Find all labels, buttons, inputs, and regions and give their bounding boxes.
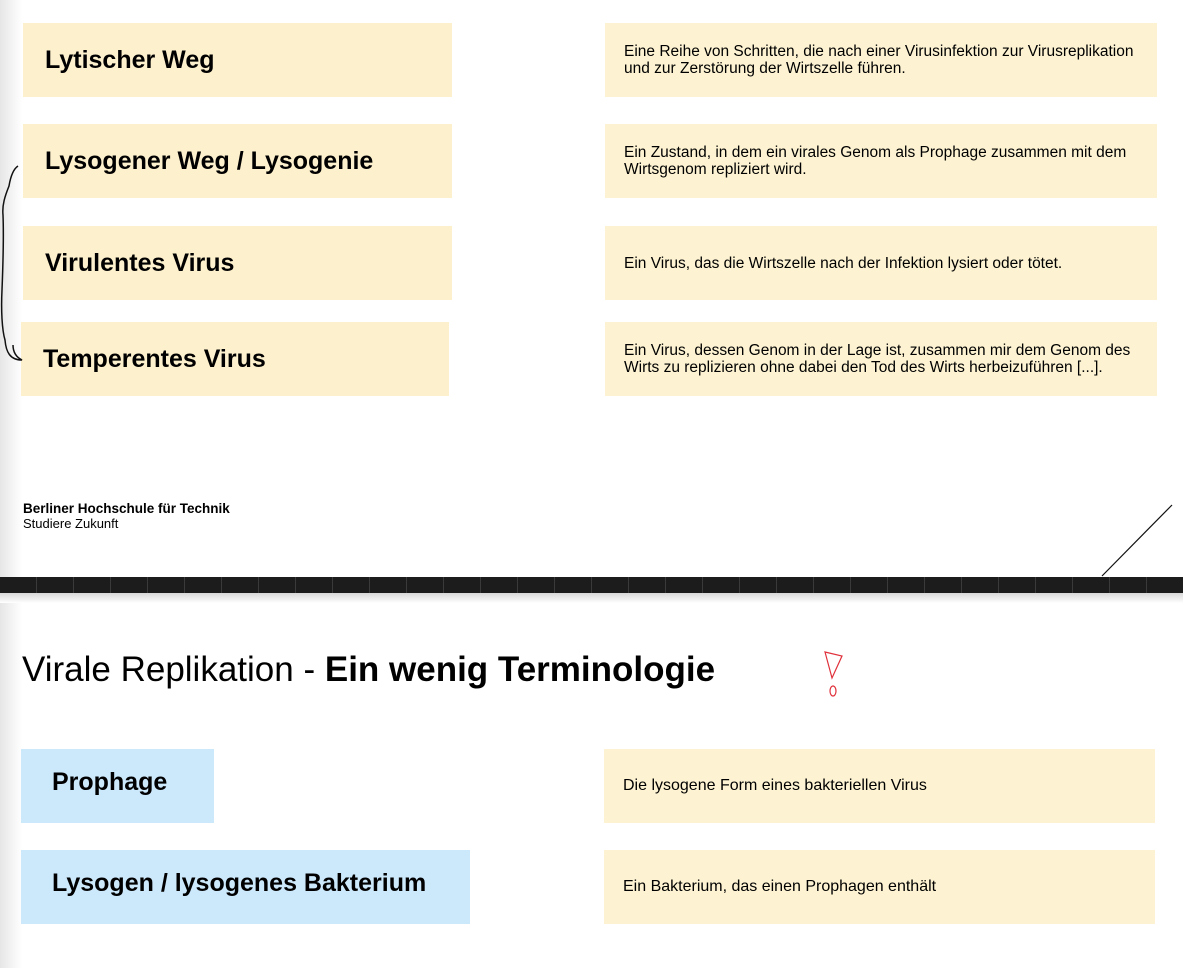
definition-text: Ein Virus, das die Wirtszelle nach der I…: [624, 254, 1063, 272]
term-label: Lysogen / lysogenes Bakterium: [52, 868, 427, 897]
slide-divider: [0, 577, 1183, 593]
institution-tagline: Studiere Zukunft: [23, 516, 119, 531]
term-card-virulent: Virulentes Virus: [23, 226, 452, 300]
term-card-temperate: Temperentes Virus: [21, 322, 449, 396]
definition-card-lytic: Eine Reihe von Schritten, die nach einer…: [605, 23, 1157, 97]
term-card-lytic: Lytischer Weg: [23, 23, 452, 97]
term-label: Prophage: [52, 767, 168, 796]
definition-text: Ein Bakterium, das einen Prophagen enthä…: [623, 878, 937, 895]
term-label: Temperentes Virus: [43, 344, 266, 373]
term-card-lysogen: Lysogen / lysogenes Bakterium: [21, 850, 470, 924]
term-label: Lysogener Weg / Lysogenie: [45, 146, 374, 175]
page-edge-shadow: [0, 0, 22, 968]
definition-text: Ein Virus, dessen Genom in der Lage ist,…: [624, 342, 1131, 376]
definition-text: Die lysogene Form eines bakteriellen Vir…: [623, 777, 927, 794]
term-card-lysogenic: Lysogener Weg / Lysogenie: [23, 124, 452, 198]
black-diagonal-stroke: [1101, 504, 1173, 577]
red-circle-mark: [829, 685, 837, 697]
definition-card-lysogen: Ein Bakterium, das einen Prophagen enthä…: [604, 850, 1155, 924]
term-label: Lytischer Weg: [45, 45, 215, 74]
slide-footer: Berliner Hochschule für Technik Studiere…: [23, 501, 230, 531]
definition-card-temperate: Ein Virus, dessen Genom in der Lage ist,…: [605, 322, 1157, 396]
definition-card-lysogenic: Ein Zustand, in dem ein virales Genom al…: [605, 124, 1157, 198]
divider-shadow: [0, 593, 1183, 603]
title-bold: Ein wenig Terminologie: [324, 650, 716, 689]
slide-title: Virale Replikation - Ein wenig Terminolo…: [22, 650, 715, 690]
definition-text: Ein Zustand, in dem ein virales Genom al…: [624, 144, 1127, 178]
term-card-prophage: Prophage: [21, 749, 214, 823]
definition-card-prophage: Die lysogene Form eines bakteriellen Vir…: [604, 749, 1155, 823]
definition-card-virulent: Ein Virus, das die Wirtszelle nach der I…: [605, 226, 1157, 300]
definition-text: Eine Reihe von Schritten, die nach einer…: [624, 43, 1134, 77]
institution-name: Berliner Hochschule für Technik: [23, 501, 230, 516]
title-regular: Virale Replikation -: [22, 650, 325, 689]
red-triangle-mark: [824, 651, 843, 680]
term-label: Virulentes Virus: [45, 248, 235, 277]
